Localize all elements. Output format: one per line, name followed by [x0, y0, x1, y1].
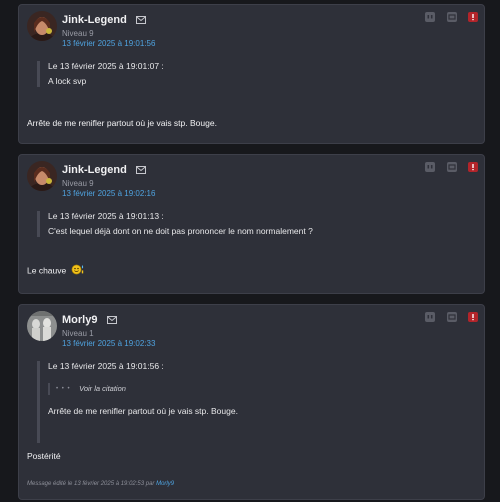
ellipsis-icon: • • • — [56, 386, 71, 392]
smiley-sweat-icon — [71, 264, 85, 278]
quote-meta: Le 13 février 2025 à 19:01:56 : — [48, 361, 164, 371]
post-date-link[interactable]: 13 février 2025 à 19:01:56 — [62, 39, 155, 49]
quote-icon[interactable] — [425, 162, 436, 172]
post-body-wrapper: Le chauve — [27, 264, 85, 278]
quote-icon[interactable] — [425, 312, 436, 322]
see-quote-link[interactable]: Voir la citation — [79, 384, 126, 393]
alert-icon[interactable] — [468, 312, 478, 322]
forum-post: Jink-Legend Niveau 9 13 février 2025 à 1… — [18, 4, 485, 144]
author-block: Morly9 Niveau 1 13 février 2025 à 19:02:… — [62, 311, 155, 349]
author-level: Niveau 9 — [62, 179, 94, 188]
quote-text: Arrête de me renifler partout où je vais… — [48, 406, 238, 416]
avatar[interactable] — [27, 311, 57, 341]
author-level: Niveau 1 — [62, 329, 94, 338]
author-name[interactable]: Jink-Legend — [62, 164, 127, 176]
quote-icon[interactable] — [425, 12, 436, 22]
avatar[interactable] — [27, 11, 57, 41]
post-date-link[interactable]: 13 février 2025 à 19:02:33 — [62, 339, 155, 349]
author-block: Jink-Legend Niveau 9 13 février 2025 à 1… — [62, 161, 155, 199]
nested-quote-toggle[interactable]: • • • Voir la citation — [48, 383, 238, 395]
forum-post: Jink-Legend Niveau 9 13 février 2025 à 1… — [18, 154, 485, 294]
post-body: Le chauve — [27, 265, 67, 276]
post-actions — [418, 12, 478, 30]
alert-icon[interactable] — [468, 162, 478, 172]
post-actions — [418, 162, 478, 180]
edit-note-text: Message édité le 13 février 2025 à 19:02… — [27, 481, 155, 487]
message-icon[interactable] — [446, 312, 457, 322]
quote-text: C'est lequel déjà dont on ne doit pas pr… — [48, 226, 313, 236]
quote-block: Le 13 février 2025 à 19:01:13 : C'est le… — [37, 211, 313, 237]
avatar[interactable] — [27, 161, 57, 191]
author-block: Jink-Legend Niveau 9 13 février 2025 à 1… — [62, 11, 155, 49]
quote-text: A lock svp — [48, 76, 87, 86]
message-icon[interactable] — [446, 162, 457, 172]
mail-icon[interactable] — [136, 165, 147, 174]
message-icon[interactable] — [446, 12, 457, 22]
author-level: Niveau 9 — [62, 29, 94, 38]
edit-note: Message édité le 13 février 2025 à 19:02… — [27, 480, 174, 488]
mail-icon[interactable] — [136, 15, 147, 24]
quote-block: Le 13 février 2025 à 19:01:07 : A lock s… — [37, 61, 164, 87]
post-body: Arrête de me renifler partout où je vais… — [27, 118, 217, 128]
quote-block: Le 13 février 2025 à 19:01:56 : • • • Vo… — [37, 361, 238, 443]
post-date-link[interactable]: 13 février 2025 à 19:02:16 — [62, 189, 155, 199]
post-actions — [418, 312, 478, 330]
quote-meta: Le 13 février 2025 à 19:01:13 : — [48, 211, 164, 221]
forum-post: Morly9 Niveau 1 13 février 2025 à 19:02:… — [18, 304, 485, 500]
alert-icon[interactable] — [468, 12, 478, 22]
post-body: Postérité — [27, 451, 61, 461]
edit-note-editor[interactable]: Morly9 — [156, 481, 174, 487]
author-name[interactable]: Morly9 — [62, 314, 97, 326]
quote-meta: Le 13 février 2025 à 19:01:07 : — [48, 61, 164, 71]
author-name[interactable]: Jink-Legend — [62, 14, 127, 26]
mail-icon[interactable] — [106, 315, 117, 324]
